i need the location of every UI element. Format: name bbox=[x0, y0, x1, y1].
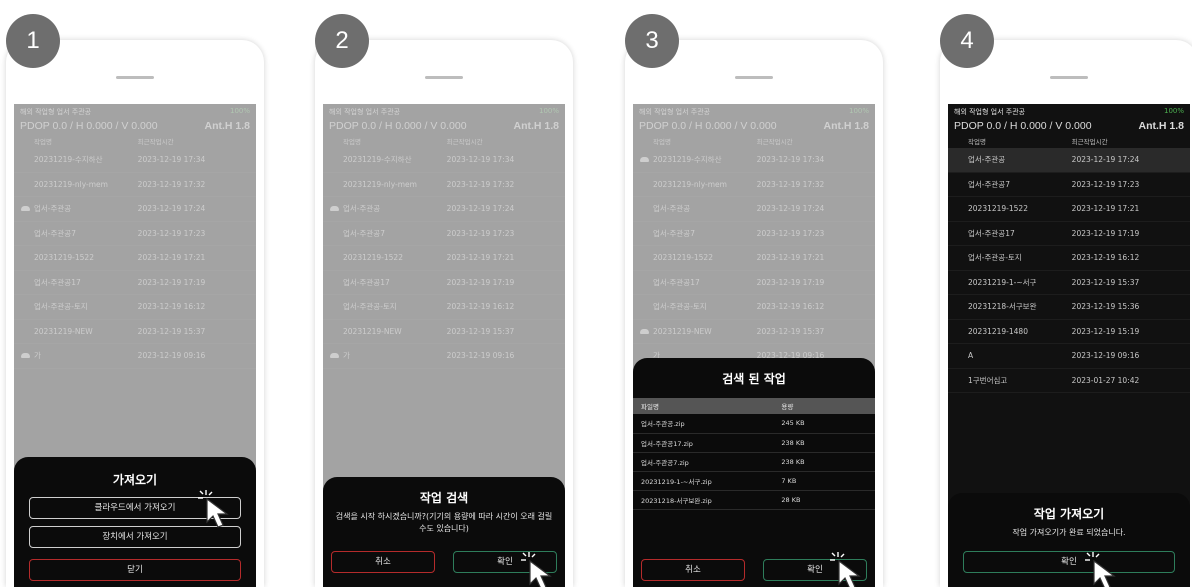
col-name: 작업명 bbox=[968, 138, 986, 146]
close-button[interactable]: 닫기 bbox=[29, 559, 241, 581]
phone-notch bbox=[425, 76, 463, 79]
job-name: 20231219-1522 bbox=[968, 204, 1028, 214]
confirm-button[interactable]: 확인 bbox=[963, 551, 1175, 573]
job-row[interactable]: 20231218-서구보완 2023-12-19 15:36 bbox=[948, 295, 1190, 320]
status-bar: 해외 작업형 업서 주관공 100% bbox=[948, 104, 1190, 118]
job-row[interactable]: 20231219-1522 2023-12-19 17:21 bbox=[948, 197, 1190, 222]
col-file-size: 용량 bbox=[773, 398, 875, 414]
step-2-panel: 2 해외 작업형 업서 주관공100% PDOP 0.0 / H 0.000 /… bbox=[315, 0, 575, 587]
file-row[interactable]: 업서-주관공17.zip 238 KB bbox=[633, 433, 875, 453]
job-row[interactable]: 업서-주관공17 2023-12-19 17:19 bbox=[948, 222, 1190, 246]
phone-frame: 해외 작업형 업서 주관공100% PDOP 0.0 / H 0.000 / V… bbox=[315, 40, 573, 587]
import-from-device-button[interactable]: 장치에서 가져오기 bbox=[29, 526, 241, 548]
file-name: 업서-주관공17.zip bbox=[633, 433, 774, 453]
phone-notch bbox=[116, 76, 154, 79]
antenna-height: Ant.H 1.8 bbox=[1138, 120, 1184, 132]
job-row[interactable]: 20231219-1-~서구 2023-12-19 15:37 bbox=[948, 271, 1190, 295]
job-row[interactable]: 업서-주관공 2023-12-19 17:24 bbox=[948, 148, 1190, 173]
job-name: A bbox=[968, 351, 974, 361]
job-name: 업서-주관공-토지 bbox=[968, 253, 1022, 263]
file-row[interactable]: 업서-주관공.zip 245 KB bbox=[633, 414, 875, 434]
cursor-pointer-icon bbox=[1085, 552, 1116, 587]
table-header: 파일명 용량 bbox=[633, 398, 875, 414]
job-time: 2023-12-19 16:12 bbox=[1071, 253, 1140, 263]
job-row[interactable]: 1구번어심고 2023-01-27 10:42 bbox=[948, 369, 1190, 393]
file-name: 업서-주관공.zip bbox=[633, 414, 774, 434]
job-name: 20231219-1480 bbox=[968, 326, 1028, 336]
job-time: 2023-12-19 17:21 bbox=[1071, 204, 1140, 214]
job-time: 2023-12-19 17:24 bbox=[1071, 155, 1140, 165]
cursor-pointer-icon bbox=[830, 552, 861, 587]
col-file-name: 파일명 bbox=[633, 398, 774, 414]
file-size: 7 KB bbox=[773, 471, 875, 491]
phone-frame: 해외 작업형 업서 주관공 100% PDOP 0.0 / H 0.000 / V… bbox=[940, 40, 1192, 587]
app-screen: 해외 작업형 업서 주관공100% PDOP 0.0 / H 0.000 / V… bbox=[323, 104, 565, 587]
job-time: 2023-12-19 17:23 bbox=[1071, 179, 1140, 189]
col-time: 최근작업시간 bbox=[1071, 138, 1108, 146]
sheet-title: 작업 가져오기 bbox=[1033, 507, 1105, 521]
gnss-info: PDOP 0.0 / H 0.000 / V 0.000 Ant.H 1.8 bbox=[948, 118, 1190, 134]
cancel-button[interactable]: 취소 bbox=[641, 559, 745, 581]
job-time: 2023-12-19 15:19 bbox=[1071, 326, 1140, 336]
step-badge: 2 bbox=[315, 14, 369, 68]
file-name: 업서-주관공7.zip bbox=[633, 452, 774, 472]
list-header: 작업명 최근작업시간 bbox=[948, 134, 1190, 148]
file-size: 238 KB bbox=[773, 452, 875, 472]
phone-notch bbox=[735, 76, 773, 79]
phone-notch bbox=[1050, 76, 1088, 79]
battery-level: 100% bbox=[1163, 107, 1184, 115]
job-name: 업서-주관공 bbox=[968, 155, 1006, 165]
app-screen: 해외 작업형 업서 주관공100% PDOP 0.0 / H 0.000 / V… bbox=[633, 104, 875, 587]
sheet-title: 검색 된 작업 bbox=[722, 372, 786, 386]
status-text: 해외 작업형 업서 주관공 bbox=[954, 108, 1026, 116]
job-time: 2023-12-19 15:37 bbox=[1071, 277, 1140, 287]
file-name: 20231218-서구보완.zip bbox=[633, 490, 774, 510]
job-row[interactable]: 20231219-1480 2023-12-19 15:19 bbox=[948, 320, 1190, 344]
step-4-panel: 4 해외 작업형 업서 주관공 100% PDOP 0.0 / H 0.000 /… bbox=[940, 0, 1192, 587]
job-name: 20231218-서구보완 bbox=[968, 302, 1037, 312]
step-1-panel: 1 해외 작업형 업서 주관공100% PDOP 0.0 / H 0.000 /… bbox=[6, 0, 266, 587]
job-list: 업서-주관공 2023-12-19 17:24 업서-주관공7 2023-12-19 … bbox=[948, 148, 1190, 393]
job-name: 1구번어심고 bbox=[968, 375, 1008, 385]
job-time: 2023-12-19 09:16 bbox=[1071, 351, 1140, 361]
job-name: 업서-주관공17 bbox=[968, 228, 1015, 238]
found-files-table: 파일명 용량 업서-주관공.zip 245 KB 업서-주관공17.zip 238 K… bbox=[633, 398, 875, 510]
job-row[interactable]: 업서-주관공7 2023-12-19 17:23 bbox=[948, 173, 1190, 197]
job-row[interactable]: 업서-주관공-토지 2023-12-19 16:12 bbox=[948, 246, 1190, 271]
file-row[interactable]: 업서-주관공7.zip 238 KB bbox=[633, 452, 875, 472]
file-size: 238 KB bbox=[773, 433, 875, 453]
step-badge: 1 bbox=[6, 14, 60, 68]
app-screen: 해외 작업형 업서 주관공 100% PDOP 0.0 / H 0.000 / V… bbox=[948, 104, 1190, 587]
step-badge: 4 bbox=[940, 14, 994, 68]
phone-frame: 해외 작업형 업서 주관공100% PDOP 0.0 / H 0.000 / V… bbox=[625, 40, 883, 587]
sheet-message: 작업 가져오기가 완료 되었습니다. bbox=[1012, 528, 1126, 537]
cursor-pointer-icon bbox=[198, 490, 229, 528]
job-name: 20231219-1-~서구 bbox=[968, 277, 1037, 287]
file-size: 28 KB bbox=[773, 490, 875, 510]
file-row[interactable]: 20231218-서구보완.zip 28 KB bbox=[633, 490, 875, 510]
import-complete-sheet: 작업 가져오기 작업 가져오기가 완료 되었습니다. 확인 bbox=[948, 493, 1190, 587]
job-time: 2023-12-19 15:36 bbox=[1071, 302, 1140, 312]
job-time: 2023-12-19 17:19 bbox=[1071, 228, 1140, 238]
sheet-title: 작업 검색 bbox=[419, 491, 469, 505]
cursor-pointer-icon bbox=[521, 552, 552, 587]
pdop-readout: PDOP 0.0 / H 0.000 / V 0.000 bbox=[954, 120, 1092, 132]
job-time: 2023-01-27 10:42 bbox=[1071, 375, 1140, 385]
job-name: 업서-주관공7 bbox=[968, 179, 1010, 189]
file-row[interactable]: 20231219-1-~서구.zip 7 KB bbox=[633, 471, 875, 491]
job-row[interactable]: A 2023-12-19 09:16 bbox=[948, 344, 1190, 369]
step-3-panel: 3 해외 작업형 업서 주관공100% PDOP 0.0 / H 0.000 /… bbox=[625, 0, 885, 587]
step-badge: 3 bbox=[625, 14, 679, 68]
cancel-button[interactable]: 취소 bbox=[331, 551, 435, 573]
file-size: 245 KB bbox=[773, 414, 875, 434]
sheet-message: 검색을 시작 하시겠습니까?(기기의 용량에 따라 시간이 오래 걸릴 수도 있… bbox=[335, 512, 553, 533]
file-name: 20231219-1-~서구.zip bbox=[633, 471, 774, 491]
